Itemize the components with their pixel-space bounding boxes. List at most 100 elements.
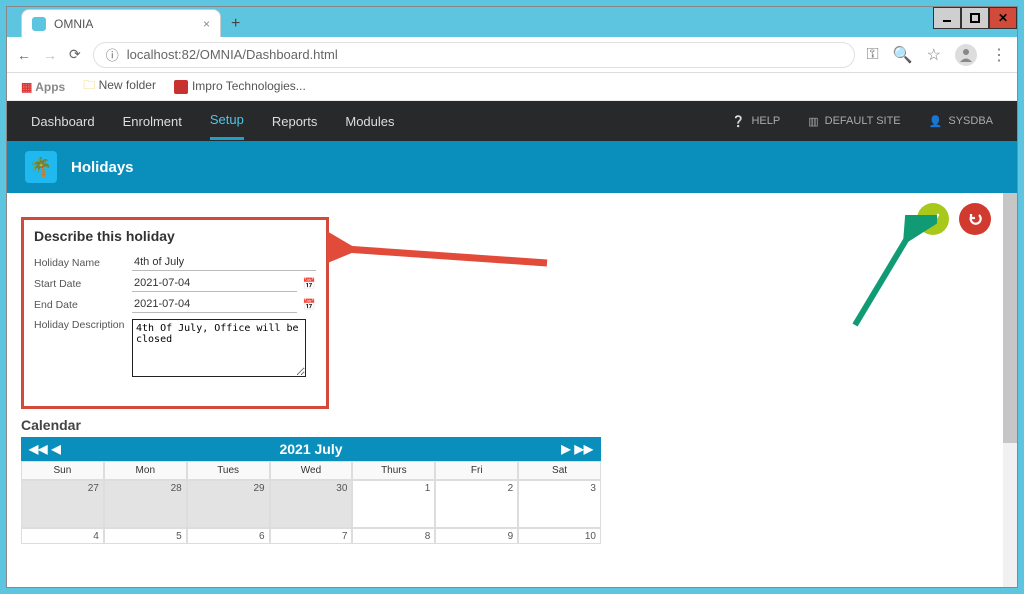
calendar-date-number: 27 [88,483,99,494]
calendar-day-header: Fri [435,461,518,480]
calendar-cell[interactable]: 4 [21,528,104,544]
calendar-cell[interactable]: 9 [435,528,518,544]
calendar-day-header: Wed [270,461,353,480]
check-icon [926,212,940,226]
user-icon: 👤 [929,115,943,128]
holidays-icon: 🌴 [25,151,57,183]
nav-site[interactable]: ▥ DEFAULT SITE [808,115,900,128]
calendar-day-header: Sat [518,461,601,480]
calendar-header: ◀◀ ◀ 2021 July ▶ ▶▶ [21,437,601,461]
profile-avatar-icon[interactable] [955,44,977,66]
bookmark-star-icon[interactable]: ☆ [927,45,941,65]
nav-back-icon[interactable]: ← [17,47,31,63]
start-date-picker-icon[interactable]: 📅 [303,277,316,290]
calendar-panel: Calendar ◀◀ ◀ 2021 July ▶ ▶▶ SunMonTuesW… [21,417,601,544]
nav-forward-icon[interactable]: → [43,47,57,63]
calendar-cell[interactable]: 8 [352,528,435,544]
end-date-label: End Date [34,299,132,311]
calendar-date-number: 29 [253,483,264,494]
calendar-date-number: 7 [342,531,348,542]
calendar-cell[interactable]: 29 [187,480,270,528]
browser-toolbar: ← → ⟳ ⓘ localhost:82/OMNIA/Dashboard.htm… [7,37,1017,73]
nav-enrolment[interactable]: Enrolment [123,104,182,139]
new-tab-button[interactable]: + [231,15,240,33]
nav-modules[interactable]: Modules [345,104,394,139]
window-close-button[interactable]: ✕ [989,7,1017,29]
holiday-description-label: Holiday Description [34,319,132,331]
nav-reports[interactable]: Reports [272,104,318,139]
holiday-form: Describe this holiday Holiday Name Start… [21,217,329,409]
undo-icon [968,212,982,226]
calendar-next-year-icon[interactable]: ▶▶ [575,442,593,456]
app-navbar: Dashboard Enrolment Setup Reports Module… [7,101,1017,141]
nav-reload-icon[interactable]: ⟳ [69,46,81,63]
nav-user[interactable]: 👤 SYSDBA [929,115,993,128]
window-maximize-button[interactable] [961,7,989,29]
holiday-name-label: Holiday Name [34,257,132,269]
calendar-date-number: 2 [508,483,514,494]
calendar-prev-year-icon[interactable]: ◀◀ [29,442,47,456]
nav-help[interactable]: ❔ HELP [732,115,780,128]
site-info-icon[interactable]: ⓘ [106,45,119,64]
page-title: Holidays [71,159,134,176]
save-button[interactable] [917,203,949,235]
bookmarks-bar: ▦ Apps 🗀 New folder Impro Technologies..… [7,73,1017,101]
calendar-title: 2021 July [279,441,342,457]
address-bar[interactable]: ⓘ localhost:82/OMNIA/Dashboard.html [93,42,855,68]
calendar-cell[interactable]: 5 [104,528,187,544]
tab-close-icon[interactable]: × [203,17,210,31]
holiday-description-input[interactable] [132,319,306,377]
bookmark-impro[interactable]: Impro Technologies... [174,79,306,94]
start-date-label: Start Date [34,278,132,290]
browser-tab[interactable]: OMNIA × [21,9,221,37]
annotation-red-arrow [327,221,557,281]
calendar-date-number: 5 [176,531,182,542]
nav-dashboard[interactable]: Dashboard [31,104,95,139]
calendar-prev-month-icon[interactable]: ◀ [51,442,60,456]
calendar-heading: Calendar [21,417,601,433]
page-header: 🌴 Holidays [7,141,1017,193]
browser-tabstrip: OMNIA × + [7,7,1017,37]
window-minimize-button[interactable] [933,7,961,29]
nav-setup[interactable]: Setup [210,102,244,140]
site-icon: ▥ [808,115,818,128]
calendar-cell[interactable]: 6 [187,528,270,544]
zoom-icon[interactable]: 🔍 [893,45,913,65]
calendar-day-header: Sun [21,461,104,480]
calendar-next-month-icon[interactable]: ▶ [561,442,570,456]
vertical-scrollbar[interactable] [1003,193,1017,587]
calendar-date-number: 9 [508,531,514,542]
calendar-date-number: 30 [336,483,347,494]
calendar-date-number: 6 [259,531,265,542]
calendar-date-number: 28 [171,483,182,494]
calendar-date-number: 4 [93,531,99,542]
favicon [32,17,46,31]
calendar-cell[interactable]: 27 [21,480,104,528]
calendar-cell[interactable]: 3 [518,480,601,528]
bookmark-new-folder[interactable]: 🗀 New folder [83,76,156,97]
key-icon[interactable]: ⚿ [867,46,879,64]
calendar-cell[interactable]: 30 [270,480,353,528]
calendar-cell[interactable]: 7 [270,528,353,544]
end-date-picker-icon[interactable]: 📅 [303,298,316,311]
calendar-cell[interactable]: 2 [435,480,518,528]
form-heading: Describe this holiday [34,228,316,244]
help-icon: ❔ [732,115,746,128]
revert-button[interactable] [959,203,991,235]
page-content: Describe this holiday Holiday Name Start… [7,193,1017,587]
calendar-date-number: 3 [590,483,596,494]
calendar-cell[interactable]: 1 [352,480,435,528]
calendar-date-number: 1 [425,483,431,494]
end-date-input[interactable] [132,296,297,313]
calendar-cell[interactable]: 10 [518,528,601,544]
browser-menu-icon[interactable]: ⋮ [991,45,1007,65]
calendar-day-header: Tues [187,461,270,480]
holiday-name-input[interactable] [132,254,316,271]
url-text: localhost:82/OMNIA/Dashboard.html [127,47,338,62]
calendar-cell[interactable]: 28 [104,480,187,528]
tab-title: OMNIA [54,17,93,31]
scrollbar-thumb[interactable] [1003,193,1017,443]
start-date-input[interactable] [132,275,297,292]
apps-shortcut[interactable]: ▦ Apps [21,80,65,94]
calendar-day-header: Mon [104,461,187,480]
